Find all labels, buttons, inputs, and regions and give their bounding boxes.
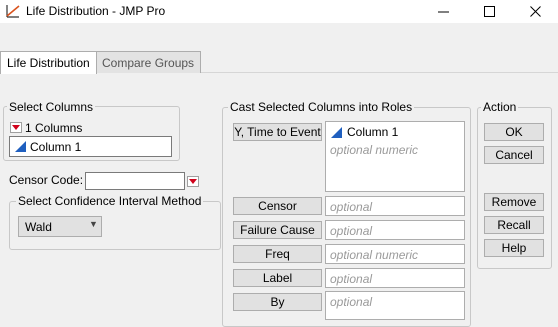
tab-compare-groups[interactable]: Compare Groups	[95, 51, 202, 73]
role-button-y-time-to-event[interactable]: Y, Time to Event	[233, 123, 322, 141]
ok-button[interactable]: OK	[484, 123, 544, 141]
censor-code-red-triangle-icon[interactable]	[187, 176, 199, 187]
select-columns-title: Select Columns	[7, 100, 96, 114]
confidence-method-select[interactable]: Wald ▼	[18, 216, 102, 237]
close-button[interactable]	[512, 0, 558, 23]
role-button-censor[interactable]: Censor	[233, 197, 322, 215]
role-placeholder: optional	[330, 224, 373, 238]
assigned-column[interactable]: Column 1	[347, 125, 398, 139]
minimize-icon	[437, 11, 449, 13]
continuous-column-icon	[331, 127, 342, 138]
role-placeholder: optional numeric	[330, 143, 419, 157]
confidence-method-value: Wald	[25, 220, 52, 234]
role-box-failure-cause[interactable]: optional	[325, 220, 465, 240]
role-button-label[interactable]: Label	[233, 269, 322, 287]
action-title: Action	[481, 100, 519, 114]
columns-red-triangle-menu-icon[interactable]	[10, 122, 22, 133]
confidence-interval-title: Select Confidence Interval Method	[16, 194, 204, 208]
censor-code-input[interactable]	[85, 172, 185, 190]
role-box-by[interactable]: optional	[325, 291, 465, 320]
jmp-app-icon	[6, 5, 20, 18]
role-placeholder: optional	[330, 200, 373, 214]
tab-life-distribution[interactable]: Life Distribution	[0, 51, 97, 74]
minimize-button[interactable]	[420, 0, 466, 23]
role-box-freq[interactable]: optional numeric	[325, 244, 465, 264]
recall-button[interactable]: Recall	[484, 216, 544, 234]
role-button-failure-cause[interactable]: Failure Cause	[233, 221, 322, 239]
cancel-button[interactable]: Cancel	[484, 146, 544, 164]
maximize-button[interactable]	[466, 0, 512, 23]
role-box-label[interactable]: optional	[325, 268, 465, 288]
censor-code-label: Censor Code:	[9, 173, 84, 187]
role-button-freq[interactable]: Freq	[233, 245, 322, 263]
chevron-down-icon: ▼	[89, 219, 98, 229]
help-button[interactable]: Help	[484, 239, 544, 257]
window-title: Life Distribution - JMP Pro	[26, 4, 166, 18]
role-placeholder: optional	[330, 295, 373, 309]
role-placeholder: optional numeric	[330, 248, 419, 262]
remove-button[interactable]: Remove	[484, 193, 544, 211]
continuous-column-icon	[15, 141, 26, 152]
role-box-y-time-to-event[interactable]: Column 1 optional numeric	[325, 121, 465, 192]
cast-roles-title: Cast Selected Columns into Roles	[228, 100, 415, 114]
maximize-icon	[483, 6, 495, 17]
column-list[interactable]: Column 1	[9, 136, 172, 157]
role-placeholder: optional	[330, 272, 373, 286]
role-box-censor[interactable]: optional	[325, 196, 465, 216]
close-icon	[529, 6, 541, 17]
column-list-item[interactable]: Column 1	[30, 140, 81, 154]
role-button-by[interactable]: By	[233, 293, 322, 311]
columns-count-label: 1 Columns	[25, 121, 83, 135]
